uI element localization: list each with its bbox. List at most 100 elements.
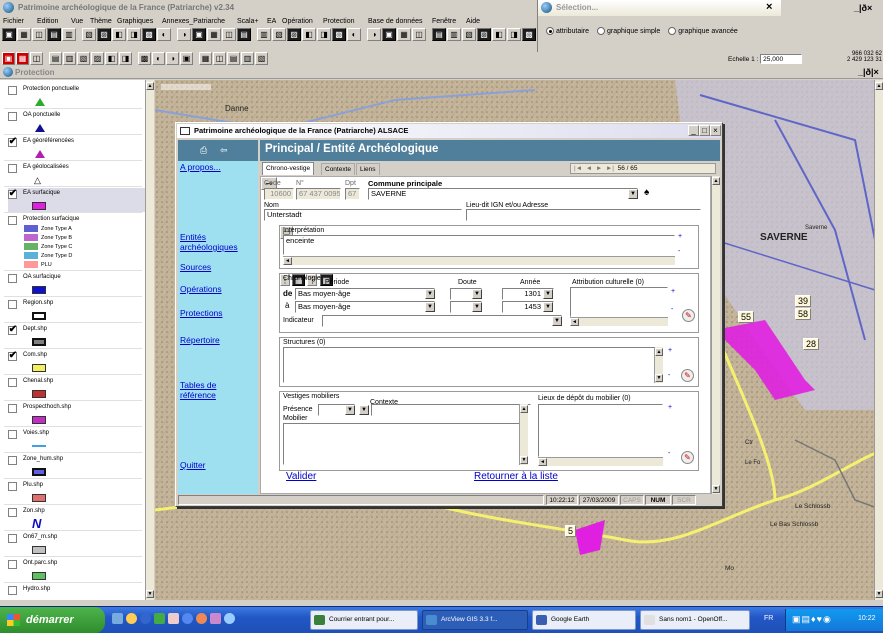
toc-layer-18[interactable]: Hydro.shp xyxy=(8,584,146,600)
toc-layer-3[interactable]: EA géolocalisées △ xyxy=(8,162,146,186)
tb1-button-14[interactable]: ◫ xyxy=(222,28,236,41)
record-next-button[interactable]: ► xyxy=(596,165,602,172)
attribution-plus[interactable]: + xyxy=(671,288,675,295)
interpretation-hscroll[interactable]: ◄ xyxy=(283,256,675,265)
menu-item-11[interactable]: Fenêtre xyxy=(432,16,456,28)
selection-close-button[interactable]: × xyxy=(766,2,772,13)
ql-icon-5[interactable] xyxy=(168,613,179,624)
tb1-button-16[interactable]: ▥ xyxy=(257,28,271,41)
toc-layer-9[interactable]: ✔ Com.shp xyxy=(8,350,146,374)
taskbar-button-3[interactable]: Sans nom1 - OpenOff... xyxy=(640,610,750,630)
tb1-button-15[interactable]: ▤ xyxy=(237,28,251,41)
tb1-button-20[interactable]: ◨ xyxy=(317,28,331,41)
tb1-button-1[interactable]: ▦ xyxy=(17,28,31,41)
attribution-edit-icon[interactable]: ✎ xyxy=(682,309,695,322)
toc-layer-14[interactable]: Plu.shp xyxy=(8,480,146,504)
lieux-plus[interactable]: + xyxy=(668,404,672,411)
toc-checkbox[interactable] xyxy=(8,300,18,310)
tb1-button-4[interactable]: ▥ xyxy=(62,28,76,41)
record-first-button[interactable]: |◄ xyxy=(574,165,582,172)
map-scrollbar[interactable]: ▲ ▼ xyxy=(874,80,883,600)
option-attributaire[interactable]: attributaire xyxy=(546,27,589,35)
structures-list[interactable] xyxy=(283,347,663,383)
tb1-button-21[interactable]: ▩ xyxy=(332,28,346,41)
toc-checkbox[interactable] xyxy=(8,378,18,388)
tb2-button-5[interactable]: ▧ xyxy=(77,52,90,65)
tb2-button-3[interactable]: ▤ xyxy=(49,52,62,65)
toc-layer-13[interactable]: Zone_hum.shp xyxy=(8,454,146,478)
mobilier-scrollbar[interactable]: ▲ ▼ xyxy=(519,404,528,465)
option-graphique-avancee[interactable]: graphique avancée xyxy=(668,27,738,35)
commune-field[interactable]: SAVERNE xyxy=(368,188,638,200)
menu-item-7[interactable]: EA xyxy=(267,16,276,28)
toc-layer-2[interactable]: ✔ EA géoréférencées xyxy=(8,136,146,160)
lieux-hscroll[interactable]: ◄ xyxy=(538,457,663,466)
language-indicator[interactable]: FR xyxy=(764,615,773,622)
toc-checkbox[interactable] xyxy=(8,482,18,492)
tb2-button-6[interactable]: ▨ xyxy=(91,52,104,65)
taskbar-button-2[interactable]: Google Earth xyxy=(532,610,636,630)
interpretation-field[interactable]: enceinte xyxy=(283,235,675,255)
menu-item-12[interactable]: Aide xyxy=(466,16,480,28)
tb2-button-0[interactable]: ▣ xyxy=(2,52,15,65)
lieudit-field[interactable] xyxy=(466,209,701,221)
tb1-button-12[interactable]: ▣ xyxy=(192,28,206,41)
ql-icon-2[interactable] xyxy=(126,613,137,624)
tb2-button-8[interactable]: ◨ xyxy=(119,52,132,65)
nav-print-icon[interactable]: ⎙ xyxy=(200,145,207,156)
tb2-button-13[interactable]: ▦ xyxy=(199,52,212,65)
nom-field[interactable]: Unterstadt xyxy=(264,209,462,221)
menu-item-1[interactable]: Edition xyxy=(37,16,58,28)
tb1-button-28[interactable]: ▥ xyxy=(447,28,461,41)
tab-contexte[interactable]: Contexte xyxy=(321,163,356,175)
ql-icon-9[interactable] xyxy=(224,613,235,624)
toc-checkbox[interactable] xyxy=(8,274,18,284)
menu-item-8[interactable]: Opération xyxy=(282,16,313,28)
toc-scroll-down[interactable]: ▼ xyxy=(146,590,154,598)
nav-link-7[interactable]: Quitter xyxy=(180,460,206,470)
structures-minus[interactable]: - xyxy=(668,372,670,379)
menu-item-6[interactable]: Scala+ xyxy=(237,16,259,28)
form-close-button[interactable]: × xyxy=(710,125,721,136)
view-window-buttons[interactable]: _|ð|× xyxy=(858,67,879,77)
app-restore-button[interactable]: |ð xyxy=(859,3,867,13)
retourner-link[interactable]: Retourner à la liste xyxy=(474,471,558,482)
tb1-button-11[interactable]: ◑ xyxy=(177,28,191,41)
tb1-button-32[interactable]: ◨ xyxy=(507,28,521,41)
toc-layer-17[interactable]: Ont.parc.shp xyxy=(8,558,146,582)
ql-icon-7[interactable] xyxy=(196,613,207,624)
contexte-dropdown[interactable]: ▼ xyxy=(359,405,369,415)
tb1-button-19[interactable]: ◧ xyxy=(302,28,316,41)
num-field[interactable]: 67 437 0095 xyxy=(296,188,341,200)
annee-a-dropdown[interactable]: ▼ xyxy=(543,302,553,312)
indicateur-field[interactable] xyxy=(322,315,562,327)
form-maximize-button[interactable]: □ xyxy=(699,125,710,136)
toc-layer-7[interactable]: Region.shp xyxy=(8,298,146,322)
structures-plus[interactable]: + xyxy=(668,347,672,354)
toc-layer-0[interactable]: Protection ponctuelle xyxy=(8,84,146,108)
nav-link-4[interactable]: Protections xyxy=(180,308,223,318)
periode-de-field[interactable]: Bas moyen-âge xyxy=(295,288,435,300)
nav-link-6[interactable]: Tables de référence xyxy=(180,380,240,400)
toc-layer-1[interactable]: OA ponctuelle xyxy=(8,110,146,134)
dpt-field[interactable]: 67 xyxy=(345,188,360,200)
tb1-button-31[interactable]: ◧ xyxy=(492,28,506,41)
toc-checkbox[interactable] xyxy=(8,456,18,466)
toc-layer-16[interactable]: On67_m.shp xyxy=(8,532,146,556)
nav-link-5[interactable]: Répertoire xyxy=(180,335,220,345)
toc-layer-10[interactable]: Chenal.shp xyxy=(8,376,146,400)
tab-liens[interactable]: Liens xyxy=(356,163,380,175)
tb2-button-14[interactable]: ◫ xyxy=(213,52,226,65)
toc-layer-8[interactable]: ✔ Dept.shp xyxy=(8,324,146,348)
structures-edit-icon[interactable]: ✎ xyxy=(681,369,694,382)
attribution-minus[interactable]: - xyxy=(671,306,673,313)
tb2-button-10[interactable]: ◐ xyxy=(152,52,165,65)
nav-link-0[interactable]: A propos... xyxy=(180,162,221,172)
toc-layer-12[interactable]: Voies.shp xyxy=(8,428,146,452)
doute-de-dropdown[interactable]: ▼ xyxy=(472,289,482,299)
tb2-button-9[interactable]: ▩ xyxy=(138,52,151,65)
nav-link-2[interactable]: Sources xyxy=(180,262,211,272)
tb2-button-1[interactable]: ▦ xyxy=(16,52,29,65)
tb1-button-10[interactable]: ◐ xyxy=(157,28,171,41)
tb1-button-23[interactable]: ◑ xyxy=(367,28,381,41)
